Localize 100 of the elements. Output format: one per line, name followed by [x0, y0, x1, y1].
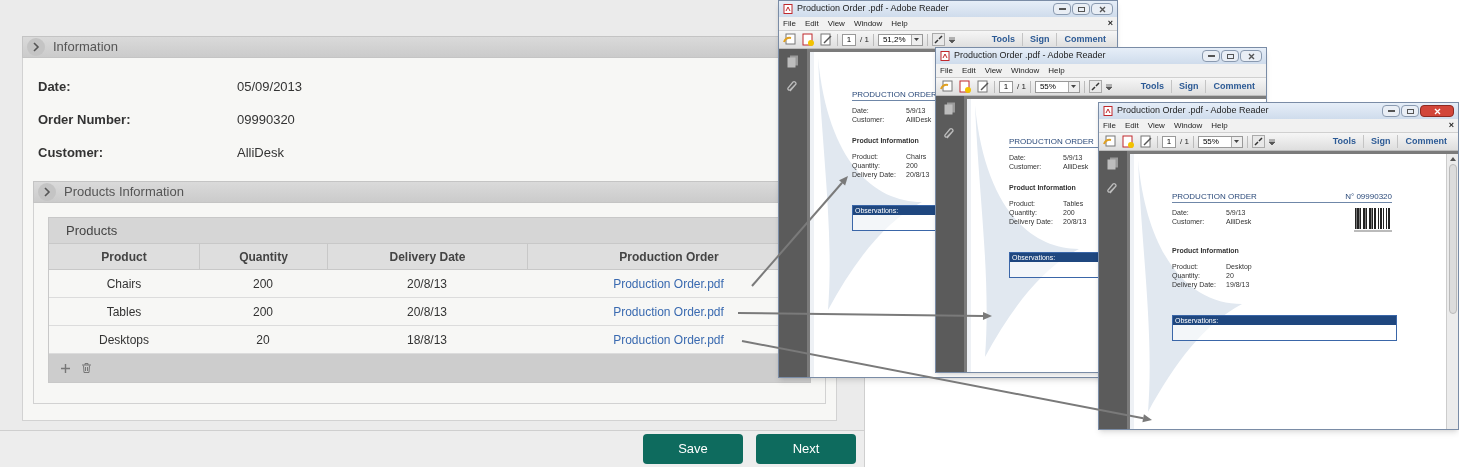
paperclip-icon[interactable] [944, 127, 956, 140]
grid-title: Products [66, 221, 118, 240]
menu-item[interactable]: Window [1010, 64, 1040, 77]
field-value: 09990320 [237, 110, 295, 129]
menu-item[interactable]: File [1103, 119, 1116, 132]
menu-item[interactable]: View [1147, 119, 1165, 132]
caret-icon[interactable] [1268, 138, 1275, 145]
menu-item[interactable]: Edit [804, 17, 819, 30]
menu-item[interactable]: View [827, 17, 845, 30]
table-cell-text: Chairs [106, 275, 142, 293]
toolbar-button[interactable]: Sign [1171, 79, 1206, 94]
file-link[interactable]: Production Order.pdf [613, 330, 724, 349]
scroll-up-icon[interactable] [1449, 157, 1456, 161]
zoom-dropdown[interactable]: 51,2% [877, 33, 923, 46]
action-button[interactable]: Save [643, 434, 743, 464]
file-link[interactable]: Production Order.pdf [613, 302, 724, 321]
field-label: Customer: [38, 143, 104, 162]
toolbar-button[interactable]: Tools [1133, 79, 1171, 94]
page-number-field[interactable]: 1 [999, 80, 1013, 93]
page-count: / 1 [860, 33, 869, 46]
minimize-button[interactable] [1382, 105, 1400, 117]
toolbar-button[interactable]: Comment [1205, 79, 1262, 94]
maximize-button[interactable] [1221, 50, 1239, 62]
toolbar-button[interactable]: Comment [1056, 32, 1113, 47]
menu-item[interactable]: View [984, 64, 1002, 77]
file-link[interactable]: Production Order.pdf [613, 274, 724, 293]
window-title: Production Order .pdf - Adobe Reader [797, 2, 949, 16]
page-count: / 1 [1180, 135, 1189, 148]
menu-item[interactable]: File [940, 64, 953, 77]
column-header[interactable]: Product [101, 247, 147, 266]
close-button[interactable] [1091, 3, 1113, 15]
close-document-button[interactable]: × [1448, 121, 1454, 130]
page-count: / 1 [1017, 80, 1026, 93]
edit-document-icon[interactable] [976, 79, 990, 94]
table-cell-text: 20/8/13 [406, 275, 447, 293]
field-value: 05/09/2013 [237, 77, 303, 96]
pages-icon[interactable] [944, 102, 956, 115]
collapse-icon[interactable] [1251, 135, 1265, 148]
menu-item[interactable]: Window [1173, 119, 1203, 132]
zoom-dropdown[interactable]: 55% [1034, 80, 1080, 93]
close-icon [1098, 5, 1106, 13]
minimize-button[interactable] [1202, 50, 1220, 62]
toolbar-button[interactable]: Sign [1363, 134, 1398, 149]
menu-item[interactable]: File [783, 17, 796, 30]
window-title: Production Order .pdf - Adobe Reader [1117, 104, 1269, 118]
barcode-drawing [1354, 208, 1392, 234]
field-label: Order Number: [38, 110, 132, 129]
menu-item[interactable]: Window [853, 17, 883, 30]
maximize-button[interactable] [1401, 105, 1419, 117]
caret-icon[interactable] [1105, 83, 1112, 90]
document-heading: PRODUCTION ORDER [1009, 137, 1094, 147]
table-cell-text: 20 [256, 331, 270, 349]
edit-document-icon[interactable] [819, 32, 833, 47]
page-number-field[interactable]: 1 [1162, 135, 1176, 148]
zoom-dropdown[interactable]: 55% [1197, 135, 1243, 148]
table-cell-text: 200 [253, 303, 273, 321]
edit-document-icon[interactable] [1139, 134, 1153, 149]
paperclip-icon[interactable] [1107, 182, 1119, 195]
menu-item[interactable]: Help [891, 17, 908, 30]
toolbar-button[interactable]: Sign [1022, 32, 1057, 47]
close-button[interactable] [1240, 50, 1262, 62]
minimize-button[interactable] [1053, 3, 1071, 15]
chevron-right-icon[interactable] [27, 38, 45, 56]
field-value: AlliDesk [237, 143, 284, 162]
column-header[interactable]: Quantity [239, 247, 288, 266]
toolbar-button[interactable]: Comment [1397, 134, 1454, 149]
close-document-button[interactable]: × [1107, 19, 1113, 28]
collapse-icon[interactable] [1088, 80, 1102, 93]
pdf-file-icon [783, 4, 793, 14]
scrollbar[interactable] [1446, 154, 1458, 429]
collapse-icon[interactable] [931, 33, 945, 46]
column-header[interactable]: Delivery Date [389, 247, 466, 266]
add-icon[interactable] [61, 363, 70, 373]
close-icon [1247, 52, 1255, 60]
toolbar-button[interactable]: Tools [984, 32, 1022, 47]
close-button[interactable] [1420, 105, 1454, 117]
field-label: Date: [38, 77, 72, 96]
caret-icon [1234, 140, 1240, 143]
trash-icon[interactable] [82, 363, 91, 373]
table-cell-text: 20/8/13 [406, 303, 447, 321]
pages-icon[interactable] [787, 55, 799, 68]
pdf-file-icon [940, 51, 950, 61]
caret-icon[interactable] [948, 36, 955, 43]
menu-item[interactable]: Edit [1124, 119, 1139, 132]
caret-icon [1071, 85, 1077, 88]
pdf-file-icon [1103, 106, 1113, 116]
close-icon [1433, 107, 1441, 115]
window-title: Production Order .pdf - Adobe Reader [954, 49, 1106, 63]
column-header[interactable]: Production Order [619, 247, 719, 266]
page-number-field[interactable]: 1 [842, 33, 856, 46]
menu-item[interactable]: Help [1211, 119, 1228, 132]
toolbar-button[interactable]: Tools [1325, 134, 1363, 149]
maximize-button[interactable] [1072, 3, 1090, 15]
menu-item[interactable]: Edit [961, 64, 976, 77]
chevron-right-icon[interactable] [38, 183, 56, 201]
action-button[interactable]: Next [756, 434, 856, 464]
menu-item[interactable]: Help [1048, 64, 1065, 77]
paperclip-icon[interactable] [787, 80, 799, 93]
pages-icon[interactable] [1107, 157, 1119, 170]
table-cell-text: Desktops [99, 331, 149, 349]
